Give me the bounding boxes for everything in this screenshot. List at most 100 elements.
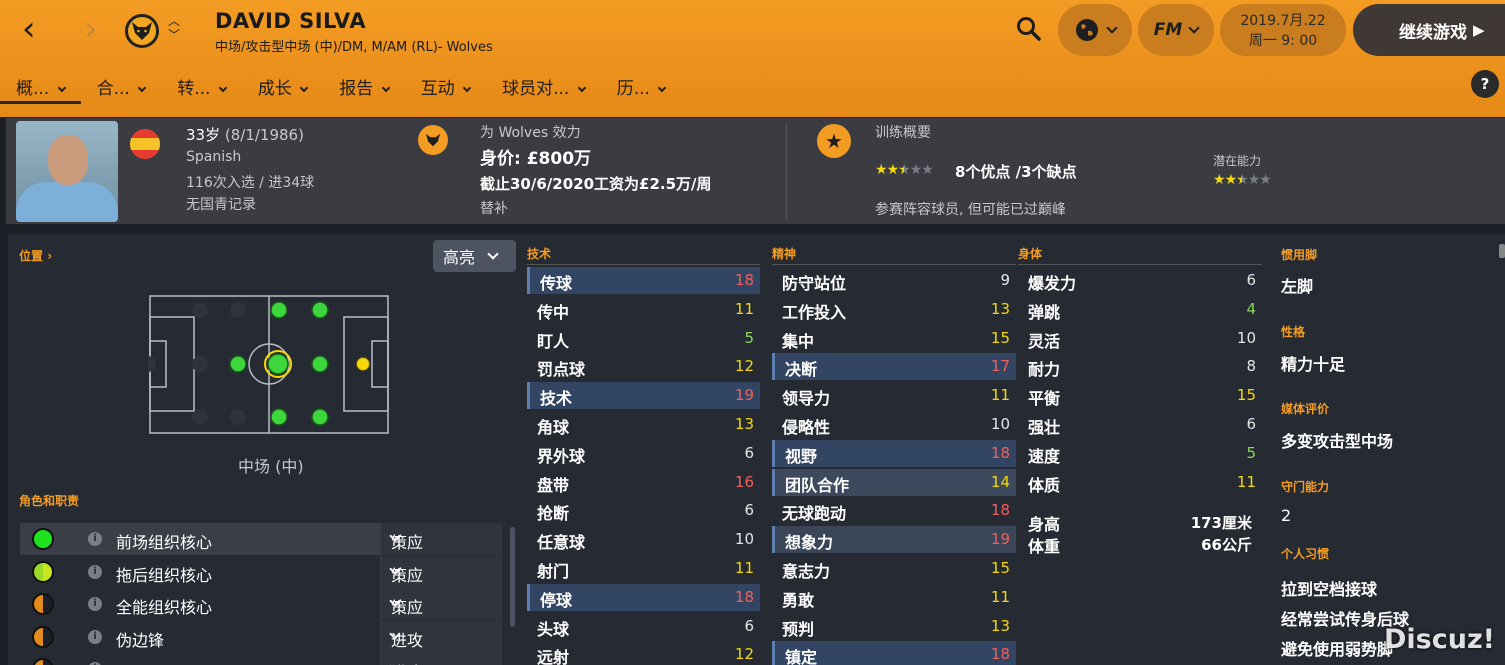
attribute-value: 18: [990, 645, 1010, 664]
attribute-row[interactable]: 预判 13: [772, 613, 1016, 640]
attribute-row[interactable]: 角球 13: [527, 411, 760, 438]
attribute-name: 弹跳: [1028, 302, 1061, 322]
role-row[interactable]: i进攻: [20, 653, 502, 665]
attribute-row[interactable]: 传中 11: [527, 296, 760, 323]
attribute-row[interactable]: 意志力 15: [772, 555, 1016, 582]
duty-dropdown[interactable]: 进攻: [380, 653, 502, 665]
attribute-row[interactable]: 罚点球 12: [527, 353, 760, 380]
duty-dropdown[interactable]: 策应: [380, 555, 502, 588]
tab-transfer[interactable]: 转...: [161, 70, 242, 104]
tab-development[interactable]: 成长: [242, 70, 323, 104]
duty-dropdown[interactable]: 策应: [380, 588, 502, 620]
player-photo[interactable]: [16, 121, 118, 222]
attribute-row[interactable]: 决断 17: [772, 353, 1016, 381]
habit-item: 拉到空档接球: [1281, 580, 1378, 599]
attribute-row[interactable]: 盘带 16: [527, 469, 760, 496]
attribute-row[interactable]: 集中 15: [772, 325, 1016, 352]
role-row[interactable]: i 伪边锋 进攻: [20, 620, 502, 653]
attribute-row[interactable]: 耐力 8: [1018, 353, 1262, 380]
attribute-row[interactable]: 强壮 6: [1018, 411, 1262, 438]
attribute-row[interactable]: 界外球 6: [527, 440, 760, 467]
attribute-row[interactable]: 射门 11: [527, 555, 760, 582]
attribute-row[interactable]: 爆发力 6: [1018, 267, 1262, 294]
attribute-value: 4: [1246, 299, 1256, 318]
attribute-name: 防守站位: [782, 274, 847, 293]
attribute-row[interactable]: 侵略性 10: [772, 411, 1016, 438]
highlight-dropdown[interactable]: 高亮: [433, 240, 516, 272]
duty-dropdown[interactable]: 进攻: [380, 620, 502, 653]
info-icon[interactable]: i: [88, 532, 102, 546]
attribute-row[interactable]: 勇敢 11: [772, 584, 1016, 611]
watermark: Discuz!: [1384, 624, 1495, 655]
attribute-name: 抢断: [537, 504, 570, 524]
attribute-row[interactable]: 抢断 6: [527, 497, 760, 524]
attribute-name: 远射: [537, 648, 570, 665]
forward-arrow-icon[interactable]: ›: [84, 12, 98, 46]
attribute-value: 6: [744, 443, 754, 462]
attribute-value: 5: [1246, 443, 1256, 462]
market-value: 身价: £800万: [480, 149, 592, 169]
attribute-row[interactable]: 领导力 11: [772, 382, 1016, 409]
player-name: DAVID SILVA: [215, 9, 367, 33]
preferred-foot-label: 惯用脚: [1281, 248, 1318, 262]
fm-menu-button[interactable]: FM: [1138, 4, 1214, 56]
attribute-name: 集中: [782, 331, 815, 351]
world-menu-button[interactable]: [1058, 4, 1132, 56]
attribute-row[interactable]: 远射 12: [527, 641, 760, 665]
search-icon[interactable]: [1016, 16, 1042, 46]
attribute-row[interactable]: 想象力 19: [772, 526, 1016, 554]
role-row[interactable]: i 拖后组织核心 策应: [20, 555, 502, 588]
attribute-row[interactable]: 灵活 10: [1018, 325, 1262, 352]
attribute-row[interactable]: 技术 19: [527, 382, 760, 410]
role-suitability-icon: [32, 560, 54, 583]
attribute-row[interactable]: 盯人 5: [527, 325, 760, 352]
attribute-value: 10: [990, 415, 1010, 433]
tab-comparison[interactable]: 球员对...: [486, 70, 601, 104]
role-name: 伪边锋: [116, 630, 165, 650]
continue-button[interactable]: 继续游戏 ▶: [1353, 4, 1505, 56]
duty-dropdown[interactable]: 策应: [380, 523, 502, 555]
info-icon[interactable]: i: [88, 564, 102, 579]
attribute-row[interactable]: 弹跳 4: [1018, 296, 1262, 323]
right-scroll-indicator[interactable]: [1499, 244, 1505, 258]
tab-history[interactable]: 历...: [601, 70, 682, 104]
mental-title: 精神: [772, 247, 797, 261]
attribute-row[interactable]: 体质 11: [1018, 469, 1262, 496]
back-arrow-icon[interactable]: ‹: [22, 12, 36, 46]
tab-interaction[interactable]: 互动: [405, 70, 486, 104]
media-label: 媒体评价: [1281, 402, 1330, 416]
tab-contract[interactable]: 合...: [81, 70, 162, 104]
roles-scrollbar[interactable]: [510, 527, 515, 627]
help-icon[interactable]: ?: [1471, 70, 1499, 98]
attribute-row[interactable]: 速度 5: [1018, 440, 1262, 467]
attribute-row[interactable]: 传球 18: [527, 267, 760, 294]
tab-overview[interactable]: 概...: [0, 70, 81, 104]
role-suitability-icon: [32, 625, 54, 648]
date-display[interactable]: 2019.7月.22 周一 9: 00: [1220, 4, 1346, 56]
attribute-row[interactable]: 平衡 15: [1018, 382, 1262, 409]
attribute-row[interactable]: 镇定 18: [772, 641, 1016, 665]
attribute-row[interactable]: 停球 18: [527, 583, 760, 611]
attribute-row[interactable]: 无球跑动 18: [772, 497, 1016, 524]
attribute-name: 传中: [537, 302, 570, 322]
role-row[interactable]: i 前场组织核心 策应: [20, 523, 502, 555]
role-row[interactable]: i 全能组织核心 策应: [20, 588, 502, 620]
training-summary[interactable]: 训练概要: [875, 122, 931, 142]
attribute-row[interactable]: 防守站位 9: [772, 267, 1016, 294]
info-icon[interactable]: i: [88, 597, 102, 611]
player-switch-icon[interactable]: ︿ ﹀: [168, 14, 180, 42]
attribute-row[interactable]: 头球 6: [527, 613, 760, 640]
attribute-value: 11: [1236, 472, 1256, 491]
attribute-row[interactable]: 团队合作 14: [772, 468, 1016, 496]
wolves-crest-icon[interactable]: [125, 14, 159, 48]
attribute-value: 19: [734, 386, 754, 405]
position-link[interactable]: 位置 ›: [19, 247, 52, 264]
role-name: 前场组织核心: [116, 533, 213, 552]
info-icon[interactable]: i: [88, 629, 102, 644]
attribute-row[interactable]: 视野 18: [772, 439, 1016, 467]
attribute-row[interactable]: 任意球 10: [527, 526, 760, 553]
attribute-value: 19: [990, 530, 1010, 549]
attribute-name: 预判: [782, 619, 815, 639]
tab-reports[interactable]: 报告: [323, 70, 404, 104]
attribute-row[interactable]: 工作投入 13: [772, 296, 1016, 323]
